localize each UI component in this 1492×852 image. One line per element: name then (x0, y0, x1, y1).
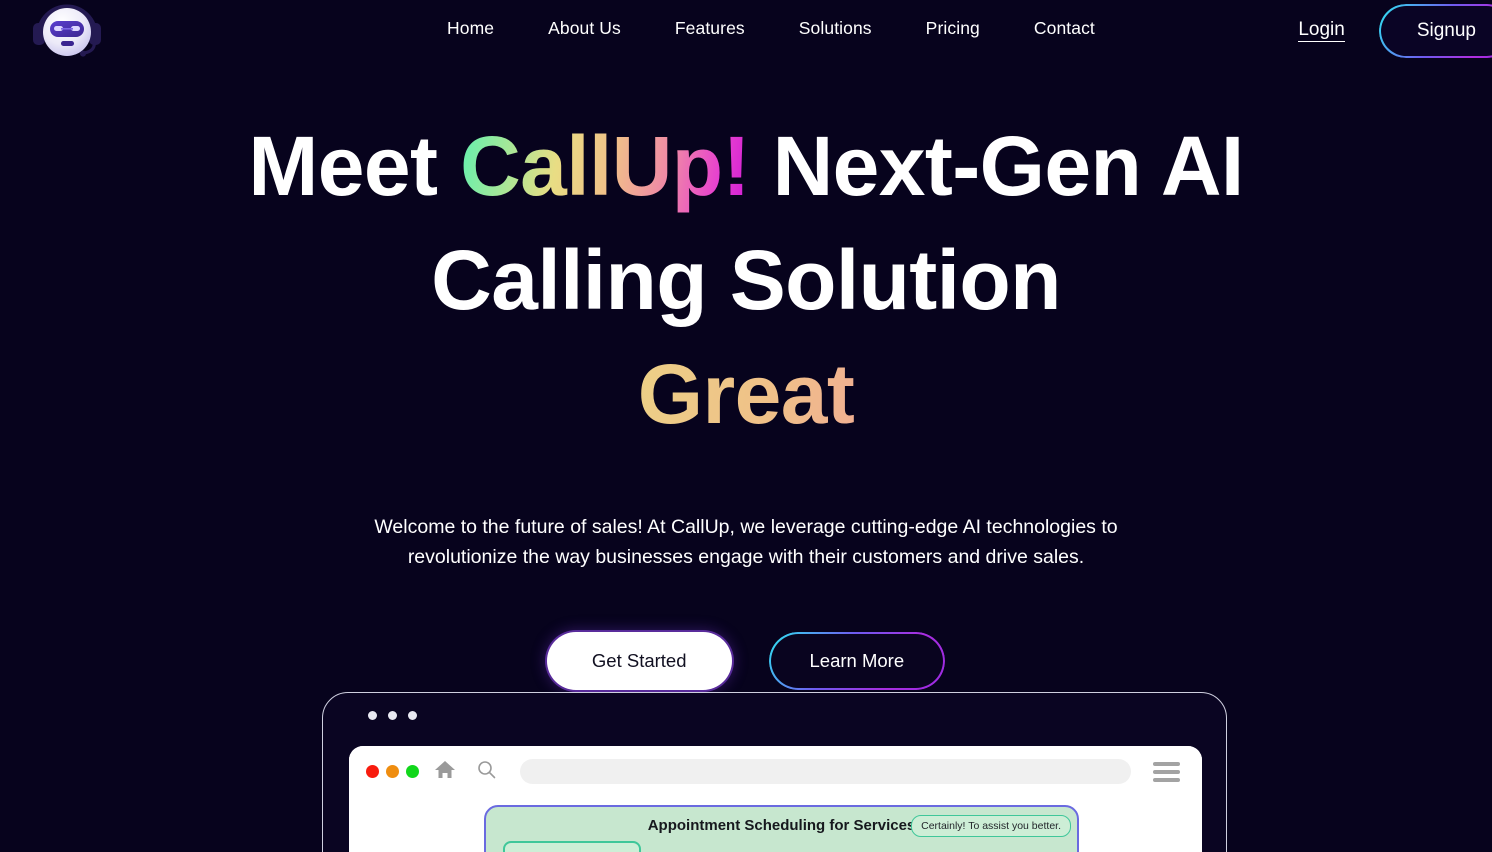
hero-title-line3: Great (0, 340, 1492, 448)
url-input[interactable] (520, 759, 1131, 784)
nav-links: Home About Us Features Solutions Pricing… (447, 18, 1122, 39)
home-icon[interactable] (434, 759, 456, 784)
maximize-window-icon[interactable] (406, 765, 419, 778)
auth-actions: Login Signup (1298, 0, 1492, 62)
brand-logo[interactable] (28, 1, 106, 61)
device-dot (408, 711, 417, 720)
chat-bubble: Certainly! To assist you better. (911, 815, 1071, 837)
browser-content: Appointment Scheduling for Services Cert… (349, 797, 1202, 852)
nav-link-pricing[interactable]: Pricing (899, 18, 1007, 39)
hero-title-suffix: Next-Gen AI (749, 119, 1245, 213)
hero-title-brand: CallUp! (460, 119, 750, 213)
browser-toolbar (349, 746, 1202, 797)
nav-link-about-us[interactable]: About Us (521, 18, 648, 39)
hero-cta-row: Get Started Learn More (0, 632, 1492, 690)
hero-section: Meet CallUp! Next-Gen AI Calling Solutio… (0, 112, 1492, 690)
hamburger-menu-icon[interactable] (1153, 761, 1180, 782)
appointment-chip[interactable] (503, 841, 641, 852)
search-icon[interactable] (477, 760, 496, 784)
nav-link-solutions[interactable]: Solutions (772, 18, 899, 39)
hero-title-line2: Calling Solution (431, 233, 1061, 327)
nav-link-features[interactable]: Features (648, 18, 772, 39)
robot-headset-logo-icon (33, 4, 101, 57)
nav-link-home[interactable]: Home (447, 18, 521, 39)
hero-subtitle: Welcome to the future of sales! At CallU… (374, 516, 1118, 568)
page-title: Meet CallUp! Next-Gen AI Calling Solutio… (0, 112, 1492, 448)
login-link[interactable]: Login (1298, 20, 1345, 42)
landing-page: Home About Us Features Solutions Pricing… (0, 0, 1492, 852)
device-dot (388, 711, 397, 720)
device-mockup: Appointment Scheduling for Services Cert… (322, 692, 1227, 852)
device-dots (368, 711, 417, 720)
learn-more-button[interactable]: Learn More (768, 632, 946, 690)
device-dot (368, 711, 377, 720)
browser-window: Appointment Scheduling for Services Cert… (349, 746, 1202, 852)
nav-link-contact[interactable]: Contact (1007, 18, 1122, 39)
navbar: Home About Us Features Solutions Pricing… (0, 0, 1492, 62)
window-controls (366, 765, 419, 778)
appointment-card: Appointment Scheduling for Services Cert… (484, 805, 1079, 852)
close-window-icon[interactable] (366, 765, 379, 778)
get-started-button[interactable]: Get Started (546, 632, 732, 690)
minimize-window-icon[interactable] (386, 765, 399, 778)
signup-button[interactable]: Signup (1378, 4, 1492, 58)
hero-title-prefix: Meet (248, 119, 461, 213)
